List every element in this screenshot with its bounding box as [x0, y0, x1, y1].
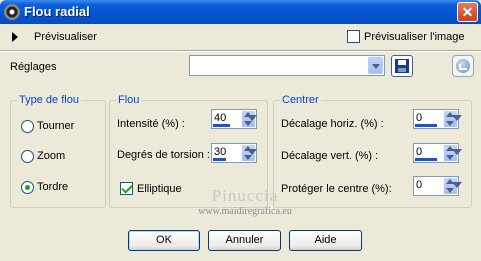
radio-zoom[interactable] — [21, 150, 34, 163]
intensity-level-bar — [213, 124, 230, 127]
settings-label: Réglages — [10, 61, 57, 73]
chevron-down-icon[interactable] — [452, 149, 462, 155]
horiz-offset-value[interactable]: 0 — [416, 112, 422, 124]
protect-center-value[interactable]: 0 — [416, 179, 422, 191]
help-button[interactable]: Aide — [289, 230, 362, 251]
reset-icon — [456, 59, 470, 73]
radio-tordre[interactable] — [21, 181, 34, 194]
save-preset-button[interactable] — [391, 55, 413, 77]
blur-type-title: Type de flou — [17, 94, 81, 106]
radio-tourner-label[interactable]: Tourner — [37, 120, 74, 132]
chevron-down-icon[interactable] — [452, 182, 462, 188]
chevron-down-icon[interactable] — [452, 115, 462, 121]
intensity-value[interactable]: 40 — [214, 112, 226, 124]
center-title: Centrer — [280, 94, 321, 106]
floppy-disk-icon — [395, 59, 409, 73]
blur-title: Flou — [116, 94, 142, 106]
watermark-name: Pinuccia — [211, 186, 279, 205]
app-icon — [4, 4, 20, 20]
chevron-down-icon[interactable] — [247, 149, 257, 155]
reset-button[interactable] — [452, 55, 474, 77]
vert-offset-label: Décalage vert. (%) : — [281, 150, 379, 162]
close-button[interactable]: ✕ — [457, 2, 478, 22]
expand-triangle-icon[interactable] — [12, 32, 18, 42]
intensity-label: Intensité (%) : — [117, 118, 185, 130]
preview-label[interactable]: Prévisualiser — [34, 31, 97, 43]
preview-image-checkbox[interactable] — [347, 30, 360, 43]
torsion-level-bar — [213, 158, 226, 161]
horiz-offset-level-bar — [415, 124, 437, 127]
torsion-label: Degrés de torsion : — [117, 149, 210, 161]
chevron-down-icon[interactable] — [247, 115, 257, 121]
watermark: Pinuccia www.maidiregrafica.eu — [175, 186, 315, 220]
title-bar: Flou radial ✕ — [0, 0, 481, 24]
vert-offset-level-bar — [415, 158, 437, 161]
preview-image-label: Prévisualiser l'image — [364, 31, 465, 43]
radio-tordre-label[interactable]: Tordre — [37, 181, 68, 193]
cancel-button[interactable]: Annuler — [208, 230, 281, 251]
radio-tourner[interactable] — [21, 120, 34, 133]
elliptical-checkbox[interactable] — [120, 182, 133, 195]
torsion-value[interactable]: 30 — [214, 146, 226, 158]
watermark-url: www.maidiregrafica.eu — [198, 206, 292, 217]
ok-button[interactable]: OK — [128, 230, 200, 251]
settings-dropdown[interactable] — [189, 55, 385, 76]
window-title: Flou radial — [24, 4, 90, 19]
separator-highlight — [0, 51, 481, 52]
horiz-offset-label: Décalage horiz. (%) : — [281, 118, 384, 130]
radio-zoom-label[interactable]: Zoom — [37, 150, 65, 162]
vert-offset-value[interactable]: 0 — [416, 146, 422, 158]
chevron-down-icon[interactable] — [368, 57, 383, 74]
